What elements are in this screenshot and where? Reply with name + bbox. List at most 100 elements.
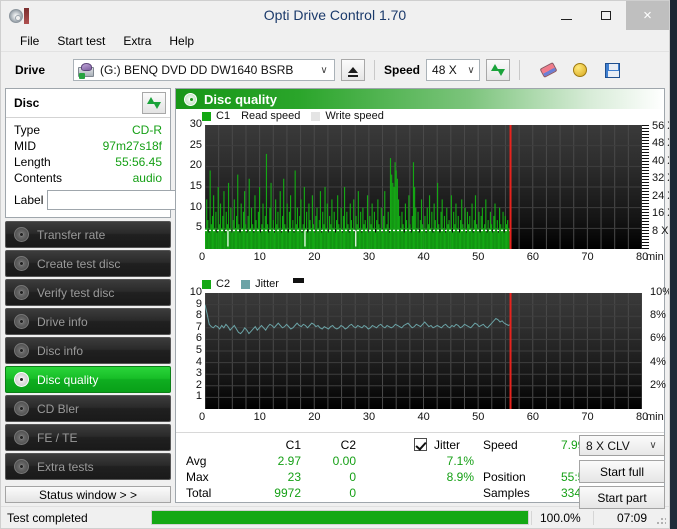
y-tick-label-left: 15 [189, 180, 202, 192]
refresh-speed-button[interactable] [486, 59, 511, 81]
disc-length-label: Length [14, 155, 51, 169]
y-tick-label-right: 4% [650, 355, 666, 368]
menu-start-test[interactable]: Start test [48, 32, 114, 50]
toolbar-separator [374, 60, 375, 80]
stats-c1-max: 23 [287, 470, 301, 484]
sidebar-item-cd-bler[interactable]: CD Bler [5, 395, 171, 422]
stats-row-label-total: Total [186, 486, 212, 500]
sidebar-item-create-test-disc[interactable]: Create test disc [5, 250, 171, 277]
y-tick-label-right: 40 X [652, 154, 669, 167]
maximize-icon [601, 11, 611, 20]
legend-label-c2: C2 [216, 278, 231, 290]
close-button[interactable]: × [626, 1, 669, 30]
body-area: Disc Type CD-R MID 97m27s18f Length 55:5… [1, 88, 669, 509]
eject-icon [348, 67, 358, 77]
disc-contents-label: Contents [14, 171, 63, 185]
start-part-button[interactable]: Start part [579, 486, 665, 509]
title-bar: Opti Drive Control 1.70 × [1, 1, 669, 30]
left-sidebar: Disc Type CD-R MID 97m27s18f Length 55:5… [5, 88, 231, 506]
disc-label-label: Label [14, 193, 44, 207]
status-message: Test completed [7, 510, 88, 525]
disc-icon [14, 256, 29, 271]
y-tick-label-right: 2% [650, 378, 666, 391]
disc-icon [14, 227, 29, 242]
speed-select-value: 48 X [432, 63, 457, 77]
sidebar-item-label: Transfer rate [37, 227, 106, 242]
y-tick-label-left: 4 [195, 355, 202, 368]
window-controls: × [546, 1, 669, 30]
disc-icon [14, 285, 29, 300]
position-stat-label: Position [483, 470, 526, 484]
floppy-save-icon [604, 62, 620, 78]
legend-swatch-jitter [241, 279, 251, 289]
drive-select[interactable]: (G:) BENQ DVD DD DW1640 BSRB ∨ [73, 59, 335, 81]
disc-icon [14, 459, 29, 474]
save-button[interactable] [599, 58, 625, 82]
menu-file[interactable]: File [11, 32, 48, 50]
disc-type-label: Type [14, 123, 41, 137]
y-tick-label-left: 10 [189, 286, 202, 298]
minimize-button[interactable] [546, 1, 586, 30]
legend-label-c1: C1 [216, 110, 231, 122]
disc-icon [14, 314, 29, 329]
legend-label-jitter: Jitter [255, 278, 279, 290]
menu-bar: File Start test Extra Help [1, 30, 669, 52]
stats-c1-avg: 2.97 [277, 454, 301, 468]
status-bar: Test completed 100.0% 07:09 [1, 506, 669, 528]
start-full-button[interactable]: Start full [579, 460, 665, 483]
sidebar-item-transfer-rate[interactable]: Transfer rate [5, 221, 171, 248]
bitsetting-button[interactable] [567, 58, 593, 82]
progress-percent: 100.0% [531, 510, 593, 525]
disc-length-value: 55:56.45 [115, 155, 162, 169]
stats-c2-max: 0 [349, 470, 356, 484]
write-speed-select[interactable]: 8 X CLV ∨ [579, 435, 665, 456]
x-tick-label: 40 [417, 251, 430, 263]
status-window-button[interactable]: Status window > > [5, 486, 171, 503]
jitter-label: Jitter [434, 438, 461, 452]
sidebar-item-verify-test-disc[interactable]: Verify test disc [5, 279, 171, 306]
jitter-avg-value: 7.1% [446, 454, 474, 468]
sidebar-item-label: Disc info [37, 343, 84, 358]
sidebar-item-label: Extra tests [37, 459, 94, 474]
toolbar-separator-2 [519, 60, 521, 80]
disc-row-contents: Contents audio [14, 170, 162, 186]
sidebar-item-extra-tests[interactable]: Extra tests [5, 453, 171, 480]
speed-select[interactable]: 48 X ∨ [426, 59, 481, 81]
legend-swatch-marker [292, 278, 304, 283]
erase-disc-button[interactable] [535, 58, 561, 82]
menu-extra[interactable]: Extra [114, 32, 160, 50]
disc-row-length: Length 55:56.45 [14, 154, 162, 170]
legend-swatch-write-speed [311, 111, 321, 121]
sidebar-item-label: FE / TE [37, 430, 78, 445]
jitter-checkbox[interactable] [414, 438, 427, 451]
speed-stat-label: Speed [483, 438, 518, 452]
sidebar-item-label: Drive info [37, 314, 88, 329]
menu-help[interactable]: Help [160, 32, 203, 50]
legend-swatch-c2 [202, 279, 211, 289]
disc-refresh-button[interactable] [142, 92, 166, 114]
stats-row-label-avg: Avg [186, 454, 207, 468]
y-tick-label-right: 32 X [652, 172, 669, 185]
sidebar-item-disc-info[interactable]: Disc info [5, 337, 171, 364]
resize-grip[interactable] [651, 507, 669, 528]
elapsed-time: 07:09 [593, 510, 651, 525]
chevron-down-icon: ∨ [320, 64, 328, 76]
x-tick-label: 70 [581, 251, 594, 263]
sidebar-item-disc-quality[interactable]: Disc quality [5, 366, 171, 393]
x-tick-label: 10 [253, 251, 266, 263]
x-tick-label: 70 [581, 411, 594, 423]
sidebar-item-fe-te[interactable]: FE / TE [5, 424, 171, 451]
y-tick-label-left: 5 [195, 221, 202, 234]
jitter-max-value: 8.9% [446, 470, 474, 484]
y-tick-label-right: 6% [650, 332, 666, 345]
sidebar-item-drive-info[interactable]: Drive info [5, 308, 171, 335]
x-tick-label: 0 [199, 411, 206, 423]
minimize-icon [560, 18, 572, 20]
disc-properties: Type CD-R MID 97m27s18f Length 55:56.45 … [6, 118, 231, 217]
maximize-button[interactable] [586, 1, 626, 30]
disc-panel-title: Disc [14, 96, 40, 110]
y-tick-label-right: 8 X [652, 224, 669, 237]
stats-c2-total: 0 [349, 486, 356, 500]
eject-button[interactable] [341, 59, 365, 81]
y-tick-label-left: 10 [189, 200, 202, 213]
